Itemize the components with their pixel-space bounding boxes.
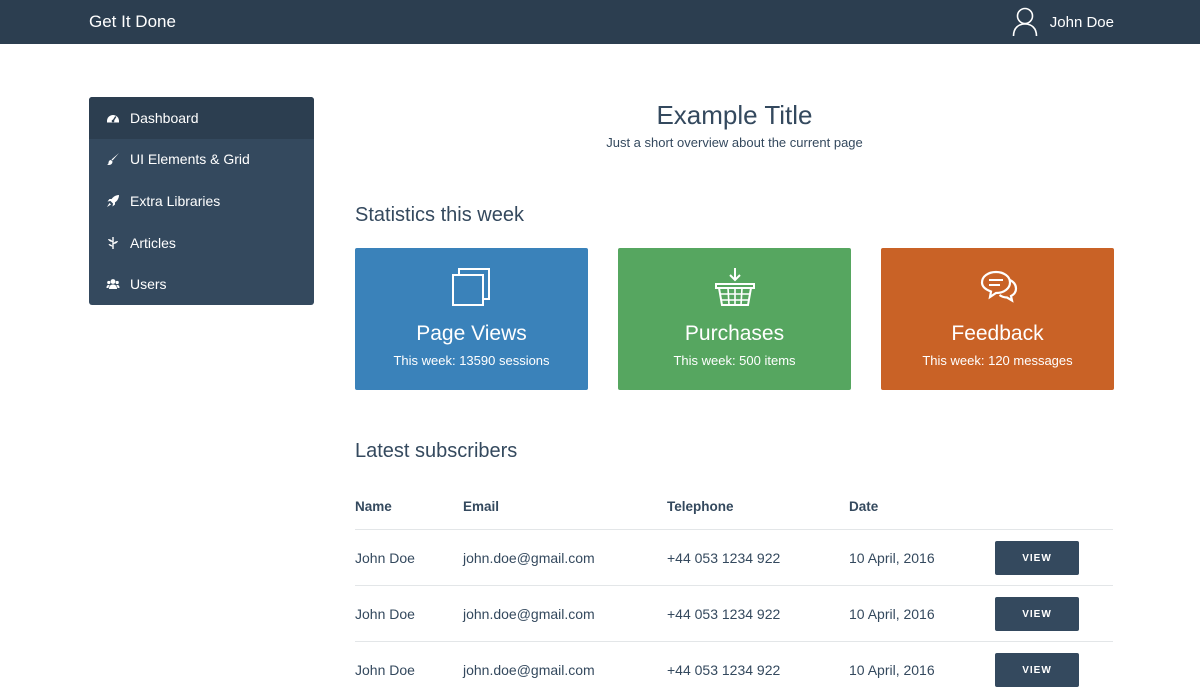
statistics-heading: Statistics this week [355, 204, 524, 226]
column-header-telephone[interactable]: Telephone [667, 499, 734, 514]
dashboard-icon [107, 114, 119, 123]
user-name: John Doe [1049, 13, 1114, 31]
table-row: John Doe john.doe@gmail.com +44 053 1234… [355, 586, 1113, 642]
sidebar-item-label: Dashboard [130, 109, 199, 126]
table-row: John Doe john.doe@gmail.com +44 053 1234… [355, 642, 1113, 693]
cell-date: 10 April, 2016 [849, 550, 935, 566]
column-header-name[interactable]: Name [355, 499, 392, 514]
top-navbar: Get It Done John Doe [0, 0, 1200, 44]
cell-name: John Doe [355, 606, 415, 622]
stat-card-page-views[interactable]: Page Views This week: 13590 sessions [355, 248, 588, 390]
cell-telephone: +44 053 1234 922 [667, 550, 781, 566]
sidebar-item-ui-elements[interactable]: UI Elements & Grid [89, 139, 314, 181]
subscribers-table: Name Email Telephone Date John Doe john.… [355, 490, 1113, 693]
user-outline-icon [1012, 7, 1038, 37]
cell-name: John Doe [355, 550, 415, 566]
sidebar-item-label: Extra Libraries [130, 192, 221, 209]
stat-card-purchases[interactable]: Purchases This week: 500 items [618, 248, 851, 390]
column-header-email[interactable]: Email [463, 499, 499, 514]
users-icon [106, 279, 120, 290]
basket-icon [714, 268, 755, 306]
column-header-date[interactable]: Date [849, 499, 878, 514]
cell-date: 10 April, 2016 [849, 662, 935, 678]
cell-email: john.doe@gmail.com [463, 606, 595, 622]
paint-brush-icon [107, 153, 119, 166]
stat-value: This week: 13590 sessions [393, 353, 550, 368]
view-button[interactable]: VIEW [995, 541, 1079, 575]
leaf-icon [108, 236, 118, 249]
view-button[interactable]: VIEW [995, 653, 1079, 687]
stat-label: Feedback [951, 322, 1044, 345]
brand-logo[interactable]: Get It Done [89, 12, 176, 32]
sidebar-item-articles[interactable]: Articles [89, 222, 314, 264]
stat-value: This week: 120 messages [922, 353, 1073, 368]
sidebar-nav: Dashboard UI Elements & Grid Extra Libra… [89, 97, 314, 305]
sidebar-item-label: Users [130, 276, 167, 293]
copy-pages-icon [451, 268, 490, 306]
cell-telephone: +44 053 1234 922 [667, 662, 781, 678]
cell-telephone: +44 053 1234 922 [667, 606, 781, 622]
view-button[interactable]: VIEW [995, 597, 1079, 631]
sidebar-item-users[interactable]: Users [89, 263, 314, 305]
rocket-icon [107, 194, 119, 207]
sidebar-item-extra-libraries[interactable]: Extra Libraries [89, 180, 314, 222]
sidebar-item-dashboard[interactable]: Dashboard [89, 97, 314, 139]
cell-email: john.doe@gmail.com [463, 550, 595, 566]
cell-date: 10 April, 2016 [849, 606, 935, 622]
sidebar-item-label: UI Elements & Grid [130, 151, 250, 168]
subscribers-heading: Latest subscribers [355, 440, 518, 462]
stat-label: Purchases [684, 322, 785, 345]
stat-value: This week: 500 items [673, 353, 796, 368]
table-header: Name Email Telephone Date [355, 490, 1113, 530]
stat-label: Page Views [416, 322, 527, 345]
cell-name: John Doe [355, 662, 415, 678]
table-row: John Doe john.doe@gmail.com +44 053 1234… [355, 530, 1113, 586]
user-menu[interactable]: John Doe [1012, 7, 1114, 37]
sidebar-item-label: Articles [130, 234, 176, 251]
page-title: Example Title [656, 100, 813, 130]
chat-bubbles-icon [980, 270, 1017, 303]
page-subtitle: Just a short overview about the current … [606, 135, 863, 150]
stat-card-feedback[interactable]: Feedback This week: 120 messages [881, 248, 1114, 390]
cell-email: john.doe@gmail.com [463, 662, 595, 678]
